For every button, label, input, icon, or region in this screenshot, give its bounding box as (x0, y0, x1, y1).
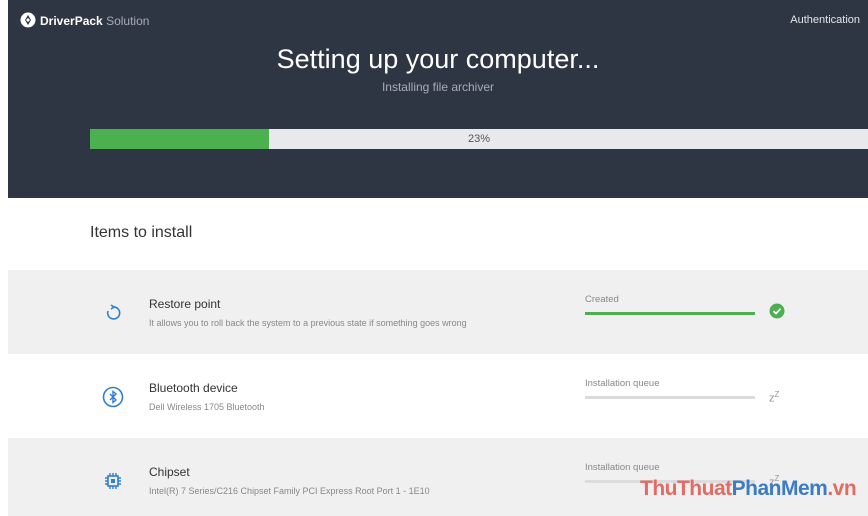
item-progress-bar (585, 312, 755, 315)
brand-bold: DriverPack (40, 14, 103, 28)
watermark-part2: PhanMem (731, 477, 828, 500)
item-status: Installation queue (585, 378, 660, 389)
item-progress-fill (585, 312, 755, 315)
section-title: Items to install (90, 224, 193, 241)
item-description: Intel(R) 7 Series/C216 Chipset Family PC… (149, 486, 430, 496)
top-bar: DriverPack Solution Authentication (8, 0, 868, 40)
item-description: Dell Wireless 1705 Bluetooth (149, 402, 265, 412)
restore-icon (106, 304, 121, 320)
bluetooth-icon (102, 386, 124, 408)
brand-name: DriverPack Solution (40, 14, 149, 28)
sleep-icon: zZ (769, 390, 780, 405)
watermark-part3: .vn (827, 477, 857, 500)
item-name: Chipset (149, 465, 190, 479)
brand-light: Solution (106, 14, 150, 28)
page-title: Setting up your computer... (276, 44, 600, 74)
item-name: Restore point (149, 297, 221, 311)
chip-icon (105, 473, 121, 489)
item-name: Bluetooth device (149, 381, 238, 395)
item-progress-bar (585, 396, 755, 399)
driverpack-window: DriverPack Solution Authentication Setti… (8, 0, 868, 516)
header: DriverPack Solution Authentication Setti… (8, 0, 868, 198)
item-status: Created (585, 294, 619, 305)
check-icon (769, 303, 785, 319)
authentication-link[interactable]: Authentication (790, 14, 860, 26)
page-subtitle: Installing file archiver (381, 80, 495, 94)
watermark: ThuThuatPhanMem.vn (640, 477, 857, 501)
watermark-part1: ThuThuat (640, 477, 732, 500)
driverpack-logo-icon (20, 12, 36, 28)
overall-progress-bar: 23% (90, 129, 868, 149)
overall-progress-label: 23% (467, 133, 491, 145)
list-item: Bluetooth device Dell Wireless 1705 Blue… (8, 354, 868, 438)
item-description: It allows you to roll back the system to… (149, 318, 467, 328)
list-item: Restore point It allows you to roll back… (8, 270, 868, 354)
item-status: Installation queue (585, 462, 660, 473)
